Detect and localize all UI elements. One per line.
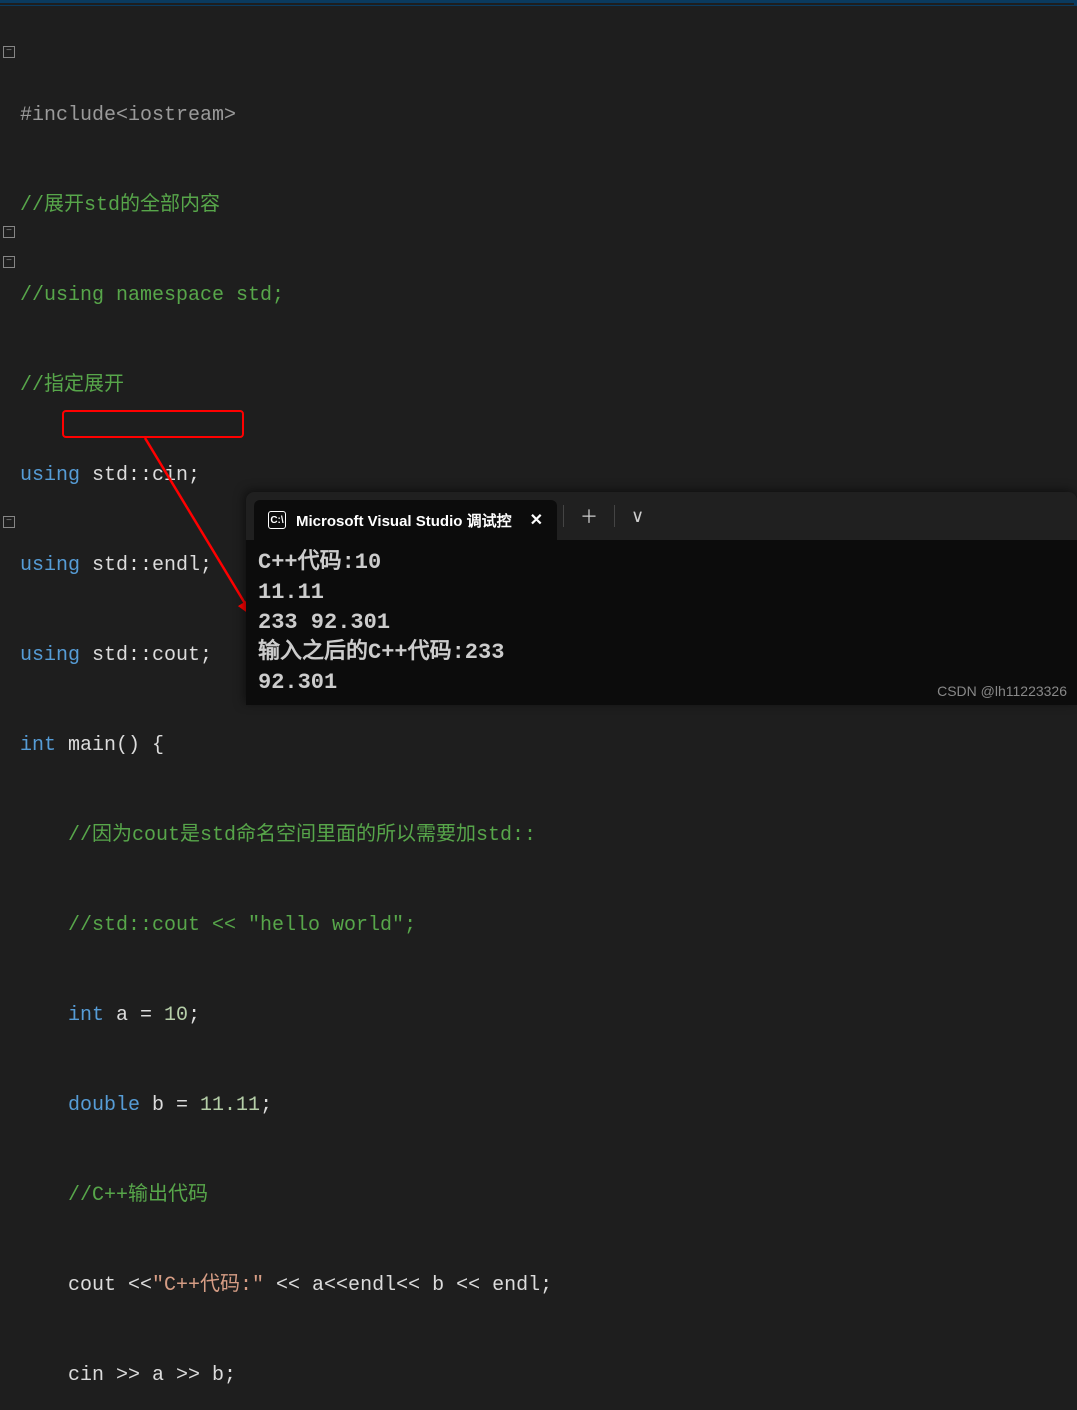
highlight-box-source xyxy=(62,410,244,438)
code-line: //C++输出代码 xyxy=(20,1181,1077,1211)
code-line: int main() { xyxy=(20,731,1077,761)
watermark: CSDN @lh11223326 xyxy=(937,683,1067,699)
fold-marker[interactable]: − xyxy=(3,516,15,528)
output-line: 输入之后的C++代码:233 xyxy=(258,638,1065,668)
code-line: cin >> a >> b; xyxy=(20,1361,1077,1391)
code-line: double b = 11.11; xyxy=(20,1091,1077,1121)
console-window: C:\ Microsoft Visual Studio 调试控 ✕ ＋ ∨ C+… xyxy=(246,492,1077,705)
output-line: 233 92.301 xyxy=(258,608,1065,638)
divider xyxy=(614,505,615,527)
code-line: //指定展开 xyxy=(20,371,1077,401)
dropdown-button[interactable]: ∨ xyxy=(621,502,654,531)
console-output[interactable]: C++代码:1011.11233 92.301输入之后的C++代码:23392.… xyxy=(246,540,1077,706)
code-editor[interactable]: − − − − #include<iostream> //展开std的全部内容 … xyxy=(0,6,1077,1410)
console-titlebar[interactable]: C:\ Microsoft Visual Studio 调试控 ✕ ＋ ∨ xyxy=(246,492,1077,540)
output-line: 11.11 xyxy=(258,578,1065,608)
code-line: //展开std的全部内容 xyxy=(20,191,1077,221)
fold-marker[interactable]: − xyxy=(3,46,15,58)
fold-marker[interactable]: − xyxy=(3,256,15,268)
code-line: using std::cin; xyxy=(20,461,1077,491)
code-line: int a = 10; xyxy=(20,1001,1077,1031)
code-line: //using namespace std; xyxy=(20,281,1077,311)
gutter: − − − − xyxy=(0,6,18,1410)
fold-marker[interactable]: − xyxy=(3,226,15,238)
console-tab-title: Microsoft Visual Studio 调试控 xyxy=(296,510,512,531)
code-line: //std::cout << "hello world"; xyxy=(20,911,1077,941)
close-icon[interactable]: ✕ xyxy=(530,510,543,530)
code-line: cout <<"C++代码:" << a<<endl<< b << endl; xyxy=(20,1271,1077,1301)
code-line: //因为cout是std命名空间里面的所以需要加std:: xyxy=(20,821,1077,851)
code-line: #include<iostream> xyxy=(20,101,1077,131)
terminal-icon: C:\ xyxy=(268,511,286,529)
divider xyxy=(563,505,564,527)
output-line: C++代码:10 xyxy=(258,548,1065,578)
new-tab-button[interactable]: ＋ xyxy=(570,499,608,533)
console-tab[interactable]: C:\ Microsoft Visual Studio 调试控 ✕ xyxy=(254,500,557,540)
